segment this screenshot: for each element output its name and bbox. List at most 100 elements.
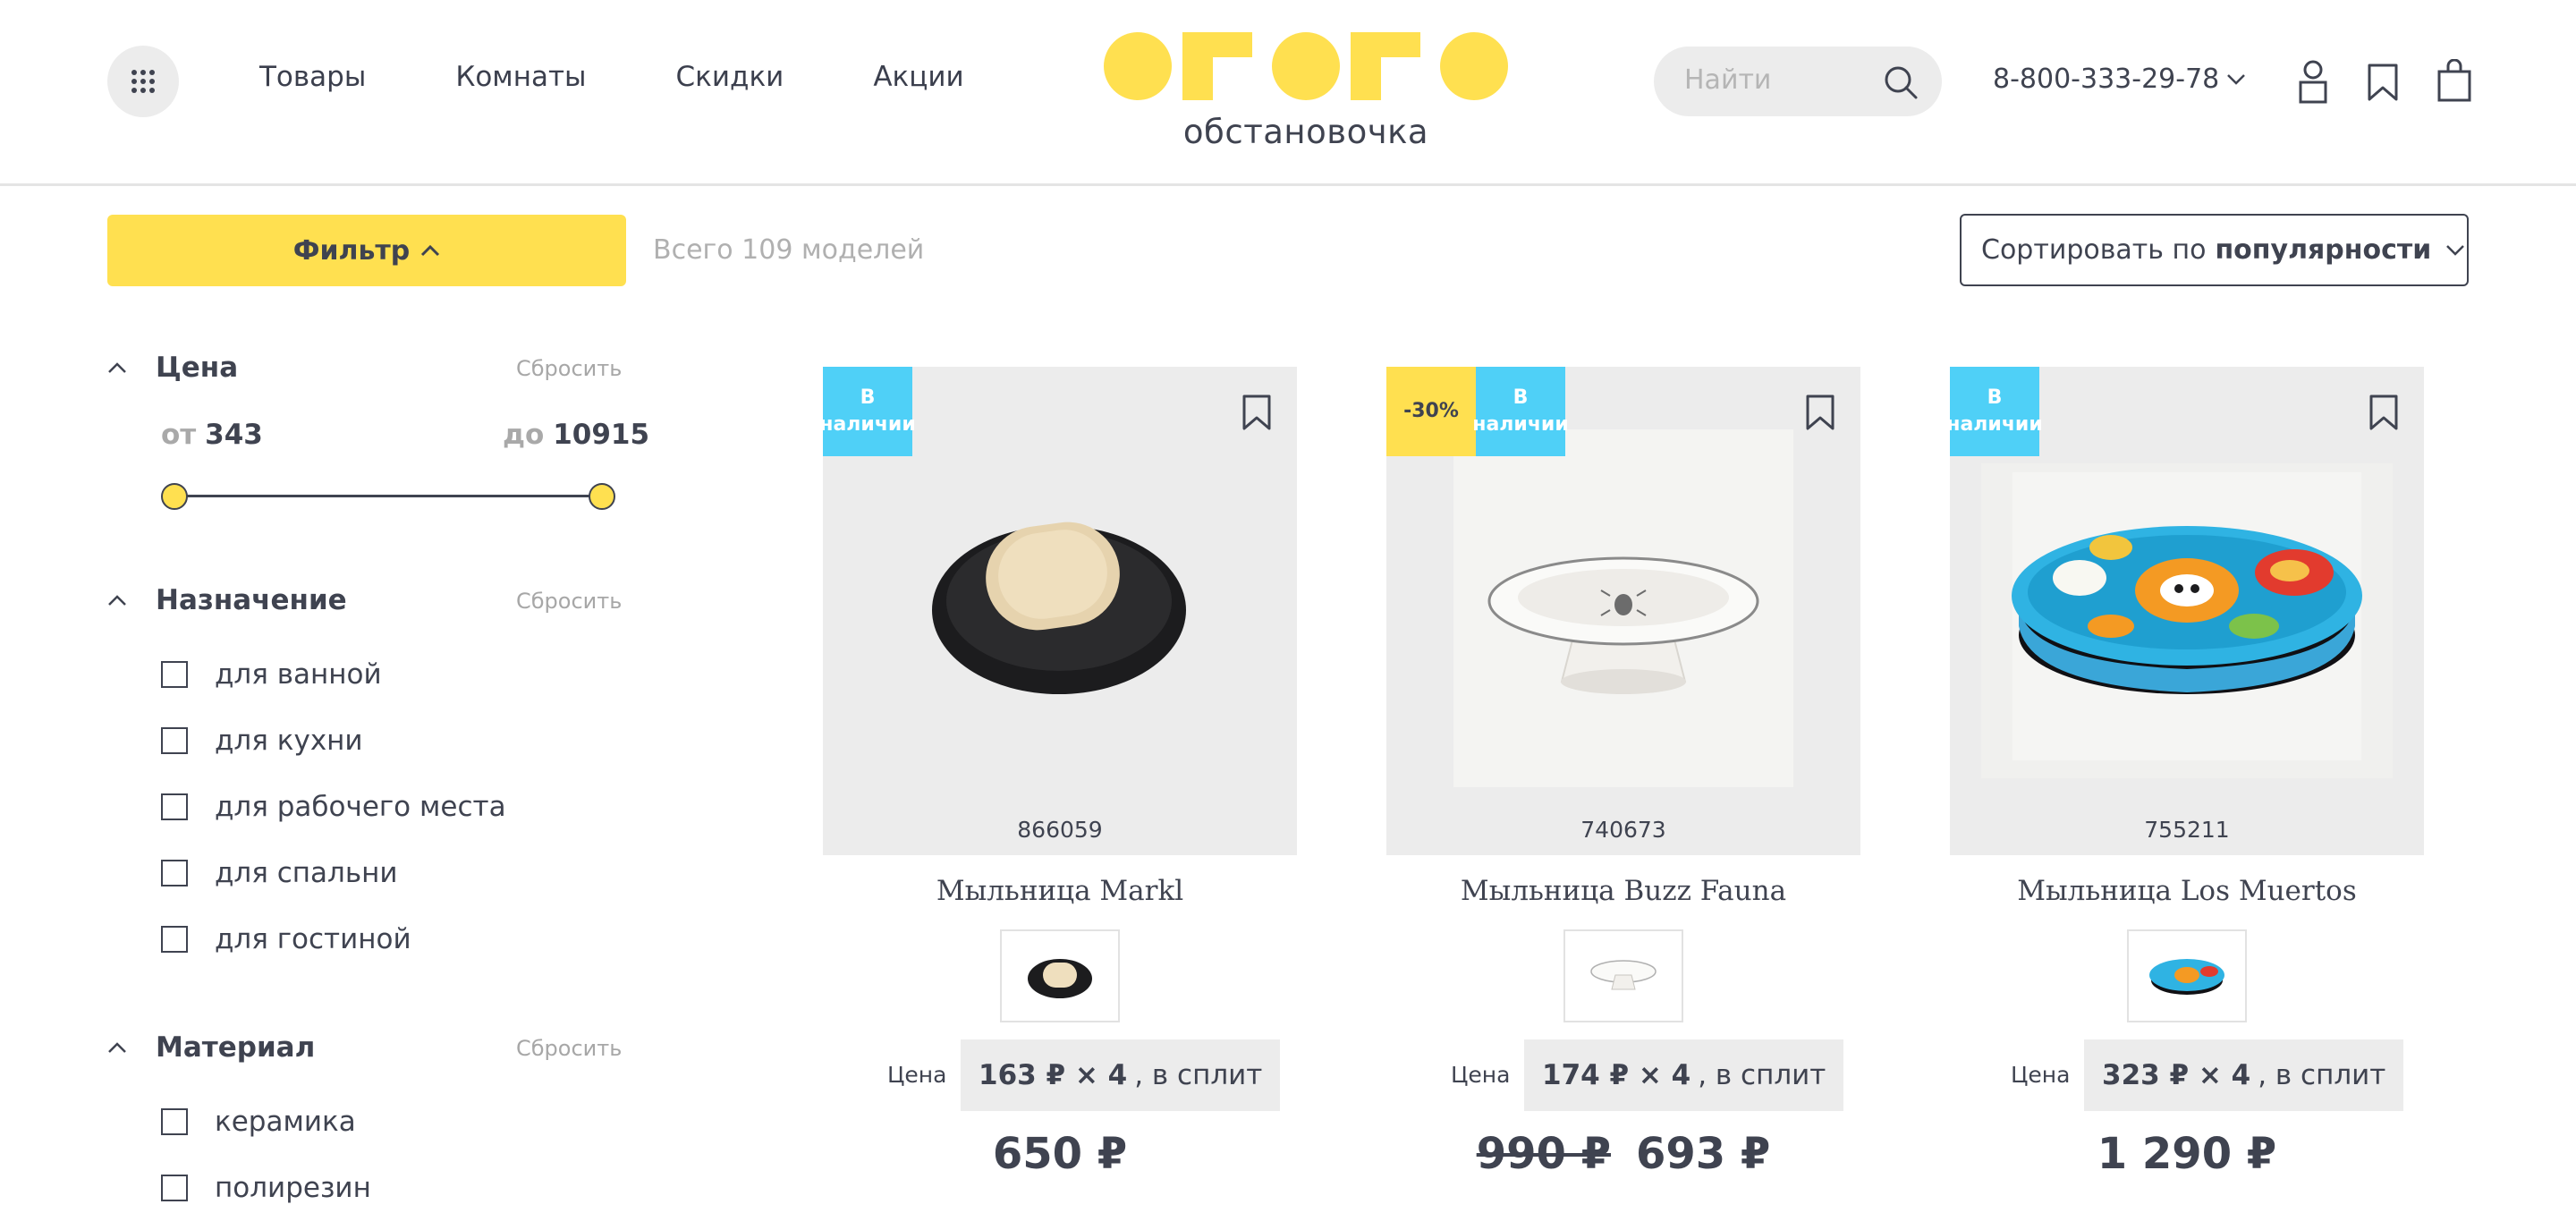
logo-tagline: обстановочка bbox=[1182, 113, 1429, 151]
price-reset-link[interactable]: Сбросить bbox=[516, 356, 622, 381]
product-image[interactable]: -30% Вналичии 740673 bbox=[1386, 367, 1860, 855]
price-row: 650 ₽ bbox=[823, 1129, 1297, 1179]
checkbox[interactable] bbox=[161, 926, 188, 953]
nav-item-promotions[interactable]: Акции bbox=[873, 61, 963, 93]
checkbox[interactable] bbox=[161, 727, 188, 754]
checkbox-purpose-living-room[interactable]: для гостиной bbox=[161, 923, 411, 955]
in-stock-badge: Вналичии bbox=[1472, 367, 1569, 456]
purpose-reset-link[interactable]: Сбросить bbox=[516, 589, 622, 614]
product-price: 693 ₽ bbox=[1636, 1129, 1771, 1179]
chevron-up-icon bbox=[108, 1042, 126, 1053]
price-from-label: от bbox=[161, 419, 197, 451]
search-icon[interactable] bbox=[1883, 64, 1919, 100]
nav-item-rooms[interactable]: Комнаты bbox=[455, 61, 586, 93]
checkbox[interactable] bbox=[161, 793, 188, 820]
price-label: Цена bbox=[1451, 1062, 1511, 1088]
checkbox-purpose-bedroom[interactable]: для спальни bbox=[161, 857, 398, 889]
price-row: 990 ₽ 693 ₽ bbox=[1386, 1129, 1860, 1179]
nav-item-discounts[interactable]: Скидки bbox=[676, 61, 784, 93]
chevron-down-icon bbox=[2446, 244, 2465, 256]
bookmark-icon[interactable] bbox=[2368, 394, 2399, 431]
checkbox-material-polyresin[interactable]: полирезин bbox=[161, 1172, 371, 1204]
price-label: Цена bbox=[2011, 1062, 2071, 1088]
checkbox-purpose-bath[interactable]: для ванной bbox=[161, 658, 382, 691]
split-payment-option[interactable]: 174 ₽ × 4 , в сплит bbox=[1524, 1039, 1844, 1111]
checkbox-material-ceramic[interactable]: керамика bbox=[161, 1106, 356, 1138]
bookmark-icon[interactable] bbox=[2367, 63, 2399, 102]
checkbox-label: для гостиной bbox=[215, 923, 411, 955]
product-card: -30% Вналичии 740673 Мыльница Buzz Fauna… bbox=[1386, 367, 1860, 1213]
sort-prefix: Сортировать по bbox=[1981, 234, 2207, 266]
thumbnail-photo bbox=[1590, 960, 1657, 990]
checkbox-purpose-workplace[interactable]: для рабочего места bbox=[161, 791, 506, 823]
price-label: Цена bbox=[887, 1062, 947, 1088]
chevron-up-icon bbox=[108, 595, 126, 606]
chevron-down-icon bbox=[2227, 73, 2246, 85]
filter-toggle-button[interactable]: Фильтр bbox=[107, 215, 626, 286]
product-sku: 740673 bbox=[1580, 817, 1666, 843]
split-amount: 163 ₽ × 4 bbox=[979, 1059, 1128, 1091]
site-logo[interactable]: обстановочка bbox=[1100, 30, 1512, 165]
product-thumbnail[interactable] bbox=[1000, 929, 1120, 1022]
product-image[interactable]: Вналичии 755211 bbox=[1950, 367, 2424, 855]
filter-section-purpose-toggle[interactable]: Назначение bbox=[107, 584, 347, 616]
price-row: 1 290 ₽ bbox=[1950, 1129, 2424, 1179]
bookmark-icon[interactable] bbox=[1805, 394, 1835, 431]
split-suffix: , в сплит bbox=[1134, 1059, 1263, 1091]
checkbox[interactable] bbox=[161, 860, 188, 886]
chevron-up-icon bbox=[421, 244, 440, 257]
checkbox-label: керамика bbox=[215, 1106, 356, 1138]
product-title[interactable]: Мыльница Markl bbox=[823, 875, 1297, 907]
product-title[interactable]: Мыльница Buzz Fauna bbox=[1386, 875, 1860, 907]
product-image[interactable]: Вналичии 866059 bbox=[823, 367, 1297, 855]
search-box[interactable] bbox=[1654, 47, 1942, 116]
price-from: от 343 bbox=[161, 419, 263, 451]
sort-dropdown[interactable]: Сортировать по популярности bbox=[1960, 214, 2469, 286]
checkbox[interactable] bbox=[161, 1175, 188, 1201]
product-title[interactable]: Мыльница Los Muertos bbox=[1950, 875, 2424, 907]
site-header: Товары Комнаты Скидки Акции обстановочка… bbox=[0, 0, 2576, 186]
price-to-value: 10915 bbox=[553, 419, 650, 451]
sort-value: популярности bbox=[2215, 234, 2432, 266]
checkbox-purpose-kitchen[interactable]: для кухни bbox=[161, 725, 363, 757]
filter-label: Фильтр bbox=[292, 234, 411, 267]
discount-badge: -30% bbox=[1386, 367, 1476, 456]
product-card: Вналичии 866059 Мыльница Markl Цена 163 … bbox=[823, 367, 1297, 1213]
split-suffix: , в сплит bbox=[1698, 1059, 1826, 1091]
split-amount: 174 ₽ × 4 bbox=[1542, 1059, 1691, 1091]
checkbox[interactable] bbox=[161, 1108, 188, 1135]
product-card: Вналичии 755211 Мыльница Los Muertos Цен… bbox=[1950, 367, 2424, 1213]
checkbox-label: для кухни bbox=[215, 725, 363, 757]
search-input[interactable] bbox=[1684, 64, 1863, 96]
checkbox-label: для ванной bbox=[215, 658, 382, 691]
split-payment-option[interactable]: 323 ₽ × 4 , в сплит bbox=[2084, 1039, 2404, 1111]
price-slider-track[interactable] bbox=[174, 495, 602, 497]
material-reset-link[interactable]: Сбросить bbox=[516, 1036, 622, 1061]
filter-section-material-toggle[interactable]: Материал bbox=[107, 1031, 315, 1064]
product-price: 1 290 ₽ bbox=[2097, 1129, 2277, 1179]
filter-section-title: Цена bbox=[156, 352, 239, 384]
product-thumbnail[interactable] bbox=[2127, 929, 2247, 1022]
thumbnail-photo bbox=[2149, 959, 2224, 995]
product-sku: 755211 bbox=[2144, 817, 2230, 843]
price-to: до 10915 bbox=[503, 419, 649, 451]
checkbox-label: для рабочего места bbox=[215, 791, 506, 823]
product-thumbnail[interactable] bbox=[1563, 929, 1683, 1022]
split-suffix: , в сплит bbox=[2258, 1059, 2386, 1091]
bookmark-icon[interactable] bbox=[1241, 394, 1272, 431]
product-price: 650 ₽ bbox=[992, 1129, 1128, 1179]
nav-item-products[interactable]: Товары bbox=[259, 61, 366, 93]
filter-section-title: Материал bbox=[156, 1031, 316, 1064]
checkbox[interactable] bbox=[161, 661, 188, 688]
price-slider-min-handle[interactable] bbox=[161, 483, 188, 510]
catalog-menu-button[interactable] bbox=[107, 46, 179, 117]
cart-icon[interactable] bbox=[2436, 59, 2472, 102]
split-payment-option[interactable]: 163 ₽ × 4 , в сплит bbox=[961, 1039, 1281, 1111]
price-to-label: до bbox=[503, 419, 545, 451]
filter-section-price-toggle[interactable]: Цена bbox=[107, 352, 238, 384]
user-icon[interactable] bbox=[2298, 59, 2328, 104]
price-slider-max-handle[interactable] bbox=[589, 483, 615, 510]
phone-dropdown[interactable]: 8-800-333-29-78 bbox=[1993, 64, 2246, 95]
in-stock-badge: Вналичии bbox=[823, 367, 916, 456]
logo-mark bbox=[1104, 32, 1508, 100]
